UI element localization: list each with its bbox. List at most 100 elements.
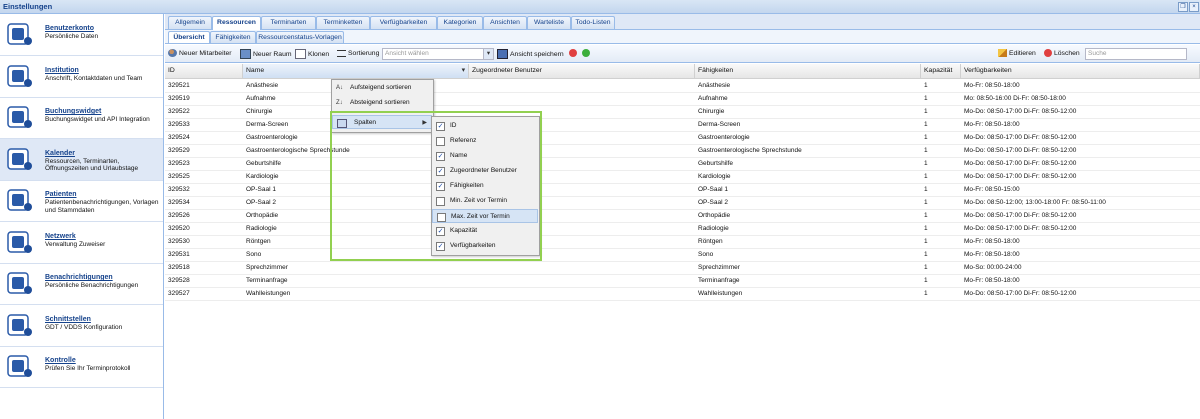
user-add-icon (168, 49, 177, 58)
sidebar-item-benachrichtigungen[interactable]: Benachrichtigungen Persönliche Benachrich… (0, 263, 163, 305)
sidebar-item-title[interactable]: Kalender (45, 150, 75, 157)
view-select-placeholder: Ansicht wählen (385, 50, 429, 57)
tab-allgemein[interactable]: Allgemein (168, 16, 212, 29)
table-row[interactable]: 329523GeburtshilfemationGeburtshilfe1Mo-… (165, 157, 1200, 171)
column-header-skills[interactable]: Fähigkeiten (695, 64, 921, 78)
cell-avail: Mo-Do: 08:50-17:00 Di-Fr: 08:50-12:00 (964, 134, 1077, 141)
delete-button[interactable]: Löschen (1044, 49, 1080, 59)
table-row[interactable]: 329521 Anästhesie Anästhesie 1 Mo-Fr: 08:50-… (165, 79, 1200, 93)
cell-skill: Derma-Screen (698, 121, 741, 128)
table-row[interactable]: 329527 Wahlleistungen Wahlleistungen 1 Mo-Do… (165, 287, 1200, 301)
table-row[interactable]: 329533 Derma-Screen Derma-Screen 1 Mo-Fr: 08… (165, 118, 1200, 132)
save-view-button[interactable]: Ansicht speichern (497, 49, 564, 59)
cell-name: Wahlleistungen (246, 290, 291, 297)
subtab-resource-status-templates[interactable]: Ressourcenstatus-Vorlagen (256, 31, 344, 43)
sort-ascending-item[interactable]: A↓ Aufsteigend sortieren (332, 81, 432, 95)
sidebar-item-netzwerk[interactable]: Netzwerk Verwaltung Zuweiser (0, 222, 163, 264)
table-row[interactable]: 329528 Terminanfrage Terminanfrage 1 Mo-Fr: … (165, 274, 1200, 288)
sidebar-item-title[interactable]: Patienten (45, 191, 77, 198)
cell-cap: 1 (924, 212, 928, 219)
cell-avail: Mo-Do: 08:50-17:00 Di-Fr: 08:50-12:00 (964, 290, 1077, 297)
sidebar-item-title[interactable]: Kontrolle (45, 357, 76, 364)
cell-cap: 1 (924, 108, 928, 115)
restore-icon[interactable]: ❐ (1178, 2, 1188, 12)
table-row[interactable]: 329524 Gastroenterologie Gastroenterologie… (165, 131, 1200, 145)
column-header-id[interactable]: ID (165, 64, 243, 78)
tab-warteliste[interactable]: Warteliste (527, 16, 571, 29)
sort-button[interactable]: Sortierung (337, 49, 379, 59)
tab-ansichten[interactable]: Ansichten (483, 16, 527, 29)
table-row[interactable]: 329525KardiologiemationKardiologie1Mo-Do… (165, 170, 1200, 184)
close-icon[interactable]: × (1189, 2, 1199, 12)
cell-skill: Terminanfrage (698, 277, 740, 284)
discard-view-button[interactable] (569, 49, 579, 59)
cell-avail: Mo-Fr: 08:50-15:00 (964, 186, 1020, 193)
table-row[interactable]: 329520 Radiologie Radiologie 1 Mo-Do: 08:50-… (165, 222, 1200, 236)
cell-avail: Mo: 08:50-16:00 Di-Fr: 08:50-18:00 (964, 95, 1066, 102)
column-header-availability[interactable]: Verfügbarkeiten (961, 64, 1200, 78)
table-row[interactable]: 329518 Sprechzimmer Sprechzimmer 1 Mo-So: 00… (165, 261, 1200, 275)
save-icon (497, 49, 508, 59)
cell-avail: Mo-Fr: 08:50-18:00 (964, 238, 1020, 245)
tab-terminketten[interactable]: Terminketten (316, 16, 370, 29)
sidebar-item-title[interactable]: Institution (45, 67, 79, 74)
new-room-button[interactable]: Neuer Raum (240, 49, 292, 59)
view-select[interactable]: Ansicht wählen ▾ (382, 48, 494, 60)
cell-skill: Kardiologie (698, 173, 731, 180)
sidebar-item-title[interactable]: Buchungswidget (45, 108, 101, 115)
cell-avail: Mo-Do: 08:50-17:00 Di-Fr: 08:50-12:00 (964, 225, 1077, 232)
sidebar-item-title[interactable]: Benachrichtigungen (45, 274, 113, 281)
tab-ressourcen[interactable]: Ressourcen (212, 16, 261, 30)
table-row[interactable]: 329526 Orthopädie Orthopädie 1 Mo-Do: 08:50-… (165, 209, 1200, 223)
column-menu-trigger-icon[interactable]: ▾ (462, 64, 465, 78)
sidebar-item-title[interactable]: Schnittstellen (45, 316, 91, 323)
delete-label: Löschen (1054, 50, 1080, 57)
cell-skill: Wahlleistungen (698, 290, 743, 297)
sidebar-item-title[interactable]: Benutzerkonto (45, 25, 94, 32)
column-header-capacity[interactable]: Kapazität (921, 64, 961, 78)
sidebar-item-subtitle: Buchungswidget und API Integration (45, 116, 150, 123)
sidebar-item-kalender[interactable]: Kalender Ressourcen, Terminarten, Öffnung… (0, 138, 163, 181)
tab-todo-listen[interactable]: Todo-Listen (571, 16, 615, 29)
save-view-label: Ansicht speichern (510, 50, 564, 58)
sidebar-item-benutzerkonto[interactable]: Benutzerkonto Persönliche Daten (0, 14, 163, 56)
sidebar-item-title[interactable]: Netzwerk (45, 233, 76, 240)
patient-icon (5, 187, 33, 213)
sidebar-item-schnittstellen[interactable]: Schnittstellen GDT / VDDS Konfiguration (0, 305, 163, 347)
cell-avail: Mo-Do: 08:50-12:00; 13:00-18:00 Fr: 08:5… (964, 199, 1106, 206)
network-icon (5, 229, 33, 255)
discard-icon (569, 49, 577, 58)
clone-button[interactable]: Klonen (295, 49, 329, 59)
refresh-view-button[interactable] (582, 49, 592, 59)
cell-id: 329522 (168, 108, 190, 115)
subtab-overview[interactable]: Übersicht (168, 31, 210, 43)
table-row[interactable]: 329531 Sono Sono 1 Mo-Fr: 08:50-18:00 (165, 248, 1200, 262)
sidebar-item-kontrolle[interactable]: Kontrolle Prüfen Sie Ihr Terminprotokoll (0, 346, 163, 388)
cell-id: 329527 (168, 290, 190, 297)
new-employee-button[interactable]: Neuer Mitarbeiter (168, 49, 232, 59)
sort-descending-item[interactable]: Z↓ Absteigend sortieren (332, 96, 432, 110)
cell-cap: 1 (924, 173, 928, 180)
tab-verfügbarkeiten[interactable]: Verfügbarkeiten (370, 16, 437, 29)
table-row[interactable]: 329530 Röntgen Röntgen 1 Mo-Fr: 08:50-18:00 (165, 235, 1200, 249)
cell-avail: Mo-Do: 08:50-17:00 Di-Fr: 08:50-12:00 (964, 212, 1077, 219)
cell-id: 329529 (168, 147, 190, 154)
tab-terminarten[interactable]: Terminarten (261, 16, 316, 29)
table-row[interactable]: 329519 Aufnahme Aufnahme 1 Mo: 08:50-16:00 D… (165, 92, 1200, 106)
edit-button[interactable]: Editieren (998, 49, 1036, 59)
column-header-name[interactable]: Name ▾ (243, 64, 469, 78)
table-row[interactable]: 329522 Chirurgie Chirurgie 1 Mo-Do: 08:50-17… (165, 105, 1200, 119)
column-header-user[interactable]: Zugeordneter Benutzer (469, 64, 695, 78)
sidebar-item-institution[interactable]: Institution Anschrift, Kontaktdaten und T… (0, 56, 163, 98)
search-input[interactable]: Suche (1085, 48, 1187, 60)
table-row[interactable]: 329532 OP-Saal 1 OP-Saal 1 1 Mo-Fr: 08:50-15… (165, 183, 1200, 197)
subtab-skills[interactable]: Fähigkeiten (210, 31, 256, 43)
table-row[interactable]: 329529Gastroenterologische Sprechstundem… (165, 144, 1200, 158)
table-row[interactable]: 329534 OP-Saal 2 OP-Saal 2 1 Mo-Do: 08:50-12… (165, 196, 1200, 210)
sidebar-item-buchungswidget[interactable]: Buchungswidget Buchungswidget und API Int… (0, 97, 163, 139)
tab-kategorien[interactable]: Kategorien (437, 16, 483, 29)
cell-skill: Geburtshilfe (698, 160, 734, 167)
cell-avail: Mo-Do: 08:50-17:00 Di-Fr: 08:50-12:00 (964, 108, 1077, 115)
sidebar-item-patienten[interactable]: Patienten Patientenbenachrichtigungen, Vo… (0, 180, 163, 222)
chevron-down-icon[interactable]: ▾ (483, 49, 493, 59)
